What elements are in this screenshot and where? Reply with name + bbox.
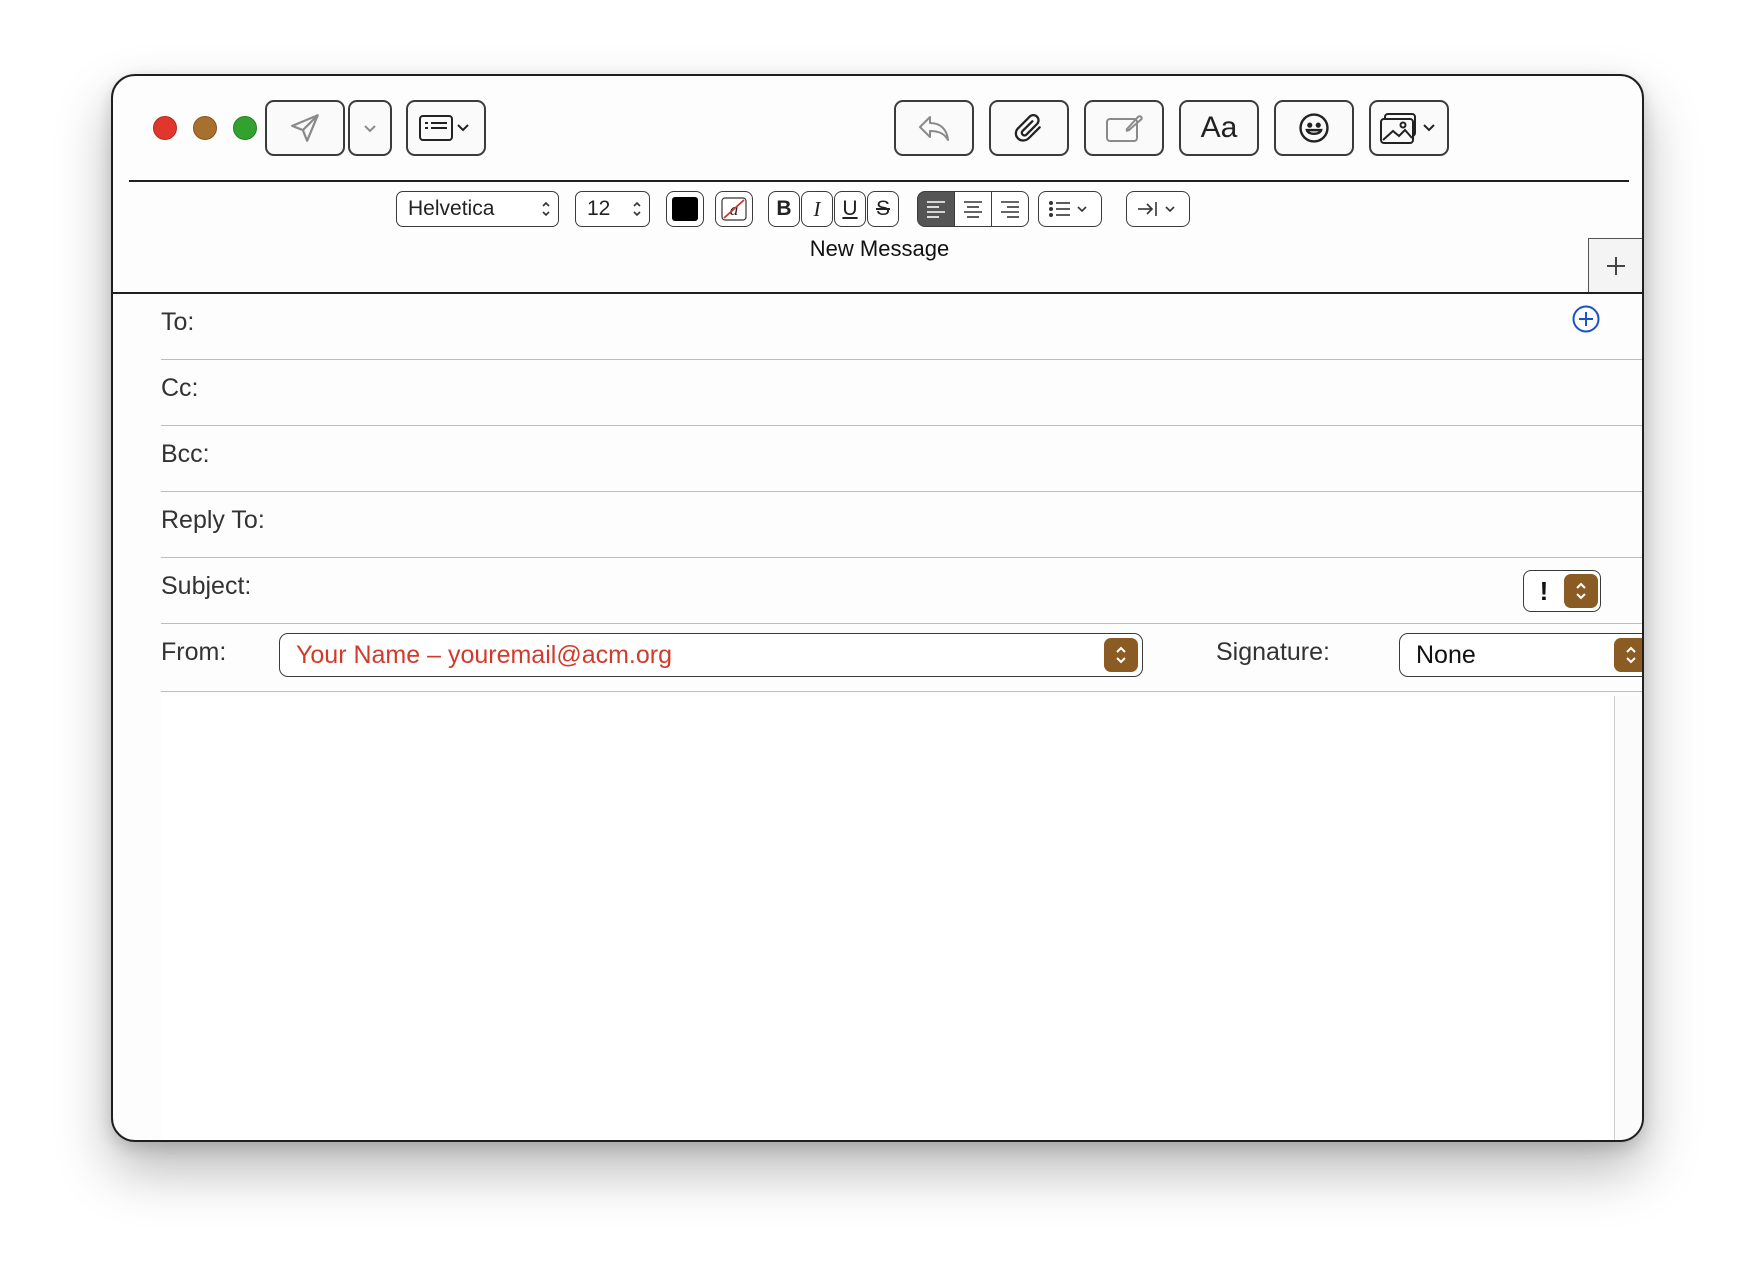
signature-popup[interactable]: None [1399, 633, 1642, 677]
from-account-popup[interactable]: Your Name – youremail@acm.org [279, 633, 1143, 677]
text-color-swatch [672, 197, 698, 221]
toolbar-divider [129, 180, 1629, 182]
font-family-popup[interactable]: Helvetica [396, 191, 559, 227]
signature-label: Signature: [1216, 638, 1330, 666]
bcc-label: Bcc: [161, 440, 210, 468]
from-account-value: Your Name – youremail@acm.org [296, 640, 673, 669]
align-right-icon [1001, 201, 1019, 218]
format-text-icon: Aa [1200, 111, 1238, 144]
cc-input[interactable] [311, 368, 1566, 416]
markup-button[interactable] [1084, 100, 1164, 156]
reply-to-label: Reply To: [161, 506, 265, 534]
message-title: New Message [809, 236, 950, 261]
header-fields-icon [419, 115, 469, 141]
reply-button[interactable] [894, 100, 974, 156]
popup-arrows-icon [1564, 574, 1598, 608]
bcc-field-row: Bcc: [161, 426, 1642, 492]
send-options-button[interactable] [348, 100, 392, 156]
align-left-button[interactable] [917, 191, 955, 227]
font-size-value: 12 [587, 197, 611, 220]
popup-arrows-icon [1614, 638, 1642, 672]
smiley-icon [1299, 113, 1329, 143]
subject-label: Subject: [161, 572, 252, 600]
paper-plane-icon [291, 114, 319, 142]
vertical-scrollbar[interactable] [1614, 696, 1642, 1140]
font-family-value: Helvetica [408, 197, 495, 220]
from-label: From: [161, 638, 227, 666]
header-fields-button[interactable] [406, 100, 486, 156]
zoom-window-button[interactable] [233, 116, 257, 140]
minimize-window-button[interactable] [193, 116, 217, 140]
to-input[interactable] [311, 302, 1566, 350]
plus-circle-icon [1572, 305, 1600, 333]
mail-compose-window: Aa Helvetica 12 B I U S New Message To: … [111, 74, 1644, 1142]
plus-icon [1606, 256, 1625, 275]
strikethrough-button[interactable]: S [867, 191, 899, 227]
format-button[interactable]: Aa [1179, 100, 1259, 156]
background-color-well[interactable]: a [715, 191, 753, 227]
up-down-arrows-icon [625, 200, 649, 218]
bold-button[interactable]: B [768, 191, 800, 227]
italic-button[interactable]: I [801, 191, 833, 227]
message-body-editor[interactable] [161, 696, 1616, 1140]
underline-button[interactable]: U [834, 191, 866, 227]
text-color-well[interactable] [666, 191, 704, 227]
align-center-button[interactable] [954, 191, 992, 227]
no-background-color-icon: a [721, 197, 747, 221]
align-center-icon [964, 201, 982, 218]
to-field-row: To: [161, 294, 1642, 360]
send-button[interactable] [265, 100, 345, 156]
reply-to-field-row: Reply To: [161, 492, 1642, 558]
photo-browser-button[interactable] [1369, 100, 1449, 156]
font-size-popup[interactable]: 12 [575, 191, 650, 227]
to-label: To: [161, 308, 195, 336]
close-window-button[interactable] [153, 116, 177, 140]
priority-popup[interactable]: ! [1523, 570, 1601, 612]
up-down-arrows-icon [534, 200, 558, 218]
indent-popup[interactable] [1126, 191, 1190, 227]
markup-pen-icon [1106, 115, 1143, 142]
bcc-input[interactable] [311, 434, 1566, 482]
align-right-button[interactable] [991, 191, 1029, 227]
subject-field-row: Subject: ! [161, 558, 1642, 624]
photo-icon [1380, 113, 1435, 144]
reply-arrow-icon [919, 116, 949, 141]
attach-button[interactable] [989, 100, 1069, 156]
indent-icon [1138, 202, 1175, 216]
subject-input[interactable] [311, 566, 1566, 614]
popup-arrows-icon [1104, 638, 1138, 672]
emoji-button[interactable] [1274, 100, 1354, 156]
chevron-down-icon [364, 125, 376, 133]
cc-field-row: Cc: [161, 360, 1642, 426]
reply-to-input[interactable] [311, 500, 1566, 548]
from-field-row: From: Your Name – youremail@acm.org Sign… [161, 624, 1642, 692]
list-style-popup[interactable] [1038, 191, 1102, 227]
align-left-icon [927, 201, 945, 218]
paperclip-icon [1014, 114, 1041, 142]
add-contact-button[interactable] [1571, 304, 1601, 339]
cc-label: Cc: [161, 374, 199, 402]
bulleted-list-icon [1048, 200, 1087, 218]
new-tab-button[interactable] [1588, 238, 1642, 292]
priority-value: ! [1539, 575, 1549, 606]
signature-value: None [1416, 640, 1476, 669]
